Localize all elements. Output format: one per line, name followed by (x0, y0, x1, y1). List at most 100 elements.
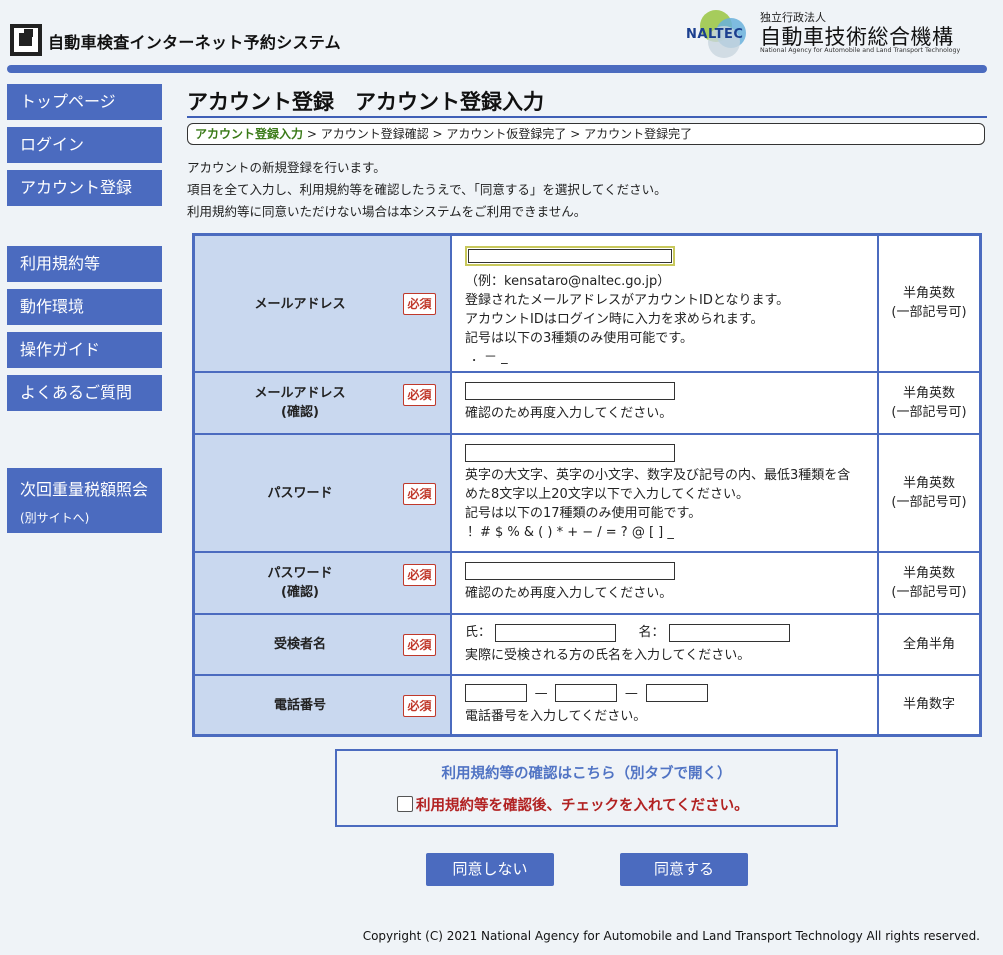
sidebar-item-weight-tax-inquiry[interactable]: 次回重量税額照会 (別サイトへ) (7, 468, 162, 533)
field-label-cell: 受検者名 必須 (192, 612, 452, 676)
field-type-cell: 半角英数 (一部記号可) (877, 432, 982, 553)
password-confirm-input[interactable] (465, 562, 675, 580)
last-name-input[interactable] (495, 623, 617, 642)
field-note: 電話番号を入力してください。 (465, 708, 647, 724)
sidebar-item-label: 利用規約等 (20, 254, 101, 273)
field-input-cell: 確認のため再度入力してください。 (450, 550, 879, 615)
input-type-hint: 半角英数 (一部記号可) (891, 565, 967, 600)
page-header: 自動車検査インターネット予約システム NALTEC 独立行政法人 自動車技術総合… (0, 0, 1003, 62)
phone-input-3[interactable] (645, 684, 708, 703)
field-note: 登録されたメールアドレスがアカウントIDとなります。 (465, 293, 790, 308)
field-note: 記号は以下の17種類のみ使用可能です。 (465, 505, 702, 521)
input-type-hint: 半角英数 (一部記号可) (891, 385, 967, 420)
field-label-cell: メールアドレス (確認) 必須 (192, 370, 452, 435)
page-title: アカウント登録 アカウント登録入力 (187, 90, 544, 114)
sidebar-item-login[interactable]: ログイン (7, 127, 162, 163)
field-label-cell: メールアドレス 必須 (192, 233, 452, 373)
intro-text: 項目を全て入力し、利用規約等を確認したうえで、「同意する」を選択してください。 (187, 182, 667, 197)
field-input-cell: （例：kensataro@naltec.go.jp） 登録されたメールアドレスが… (450, 233, 879, 373)
breadcrumb-step-current: アカウント登録入力 (195, 127, 304, 141)
required-badge: 必須 (403, 293, 436, 315)
sidebar-item-label: アカウント登録 (20, 178, 133, 197)
terms-checkbox[interactable] (397, 796, 413, 812)
input-type-hint: 半角数字 (902, 697, 955, 713)
required-badge: 必須 (403, 383, 436, 406)
field-note: めた8文字以上20文字以下で入力してください。 (465, 486, 750, 502)
breadcrumb: アカウント登録入力 > アカウント登録確認 > アカウント仮登録完了 > アカウ… (187, 123, 985, 145)
breadcrumb-separator: > (428, 127, 447, 141)
email-confirm-input[interactable] (465, 382, 675, 400)
sidebar-item-environment[interactable]: 動作環境 (7, 289, 162, 325)
org-logo: NALTEC 独立行政法人 自動車技術総合機構 National Agency … (686, 8, 996, 62)
registration-form: メールアドレス 必須 （例：kensataro@naltec.go.jp） 登録… (192, 233, 982, 737)
field-type-cell: 全角半角 (877, 612, 982, 676)
field-note: ！# $ % & ( ) * + − / = ? @ [ ] _ (467, 524, 674, 540)
field-label: メールアドレス (確認) (254, 385, 346, 420)
field-label-cell: 電話番号 必須 (192, 673, 452, 737)
first-name-input[interactable] (668, 623, 790, 642)
password-input[interactable] (465, 443, 675, 462)
required-badge: 必須 (403, 694, 436, 717)
last-name-label: 氏： (465, 625, 492, 640)
form-row-password: パスワード 必須 英字の大文字、英字の小文字、数字及び記号の内、最低3種類を含 … (192, 432, 982, 553)
field-input-cell: 確認のため再度入力してください。 (450, 370, 879, 435)
field-note: ．－ _ (471, 350, 508, 365)
input-type-hint: 全角半角 (902, 636, 955, 652)
phone-separator: — (534, 685, 548, 701)
phone-input-2[interactable] (555, 684, 618, 703)
field-note: （例：kensataro@naltec.go.jp） (465, 274, 671, 289)
terms-agree-row: 利用規約等を確認後、チェックを入れてください。 (397, 794, 749, 815)
field-label-cell: パスワード (確認) 必須 (192, 550, 452, 615)
breadcrumb-step: アカウント登録完了 (584, 127, 693, 141)
sidebar-item-guide[interactable]: 操作ガイド (7, 332, 162, 368)
form-row-phone: 電話番号 必須 — — 電話番号を入力してください。 半角数字 (192, 673, 982, 737)
field-type-cell: 半角英数 (一部記号可) (877, 550, 982, 615)
field-label: 受検者名 (273, 636, 326, 652)
title-underline (187, 116, 987, 118)
terms-box: 利用規約等の確認はこちら（別タブで開く） 利用規約等を確認後、チェックを入れてく… (335, 749, 838, 827)
sidebar-item-faq[interactable]: よくあるご質問 (7, 375, 162, 411)
field-label: 電話番号 (273, 697, 326, 713)
field-note: 英字の大文字、英字の小文字、数字及び記号の内、最低3種類を含 (465, 467, 851, 483)
field-type-cell: 半角数字 (877, 673, 982, 737)
breadcrumb-step: アカウント仮登録完了 (446, 127, 567, 141)
input-type-hint: 半角英数 (一部記号可) (891, 475, 967, 510)
field-note: 確認のため再度入力してください。 (465, 406, 673, 421)
required-badge: 必須 (403, 482, 436, 505)
agree-button[interactable]: 同意する (620, 853, 748, 886)
sidebar-item-label: ログイン (20, 135, 85, 154)
sidebar-item-label: 操作ガイド (20, 340, 101, 359)
site-title: 自動車検査インターネット予約システム (48, 33, 341, 52)
sidebar-item-account-registration[interactable]: アカウント登録 (7, 170, 162, 206)
form-row-email-confirm: メールアドレス (確認) 必須 確認のため再度入力してください。 半角英数 (一… (192, 370, 982, 435)
intro-text: 利用規約等に同意いただけない場合は本システムをご利用できません。 (187, 204, 587, 219)
form-row-examinee-name: 受検者名 必須 氏： 名： 実際に受検される方の氏名を入力してください。 全角半… (192, 612, 982, 676)
field-note: 実際に受検される方の氏名を入力してください。 (465, 648, 751, 663)
disagree-button[interactable]: 同意しない (426, 853, 554, 886)
field-note: 記号は以下の3種類のみ使用可能です。 (465, 331, 693, 346)
terms-link[interactable]: 利用規約等の確認はこちら（別タブで開く） (337, 762, 836, 783)
field-input-cell: — — 電話番号を入力してください。 (450, 673, 879, 737)
sidebar-item-terms[interactable]: 利用規約等 (7, 246, 162, 282)
first-name-label: 名： (638, 625, 665, 640)
breadcrumb-step: アカウント登録確認 (320, 127, 429, 141)
copyright-text: Copyright (C) 2021 National Agency for A… (362, 929, 980, 943)
form-row-password-confirm: パスワード (確認) 必須 確認のため再度入力してください。 半角英数 (一部記… (192, 550, 982, 615)
breadcrumb-separator: > (303, 127, 321, 141)
sidebar-item-label: 動作環境 (20, 297, 85, 316)
header-divider (7, 65, 987, 73)
site-logo-icon (10, 24, 42, 56)
required-badge: 必須 (403, 633, 436, 656)
required-badge: 必須 (403, 563, 436, 586)
input-type-hint: 半角英数 (一部記号可) (891, 286, 967, 321)
breadcrumb-separator: > (566, 127, 585, 141)
field-input-cell: 氏： 名： 実際に受検される方の氏名を入力してください。 (450, 612, 879, 676)
email-input[interactable] (465, 246, 675, 266)
field-label: パスワード (267, 485, 333, 501)
sidebar-item-top-page[interactable]: トップページ (7, 84, 162, 120)
phone-separator: — (624, 685, 638, 701)
phone-input-1[interactable] (465, 684, 527, 703)
terms-checkbox-label[interactable]: 利用規約等を確認後、チェックを入れてください。 (416, 798, 749, 814)
sidebar-item-sublabel: (別サイトへ) (20, 511, 90, 525)
form-row-email: メールアドレス 必須 （例：kensataro@naltec.go.jp） 登録… (192, 233, 982, 373)
